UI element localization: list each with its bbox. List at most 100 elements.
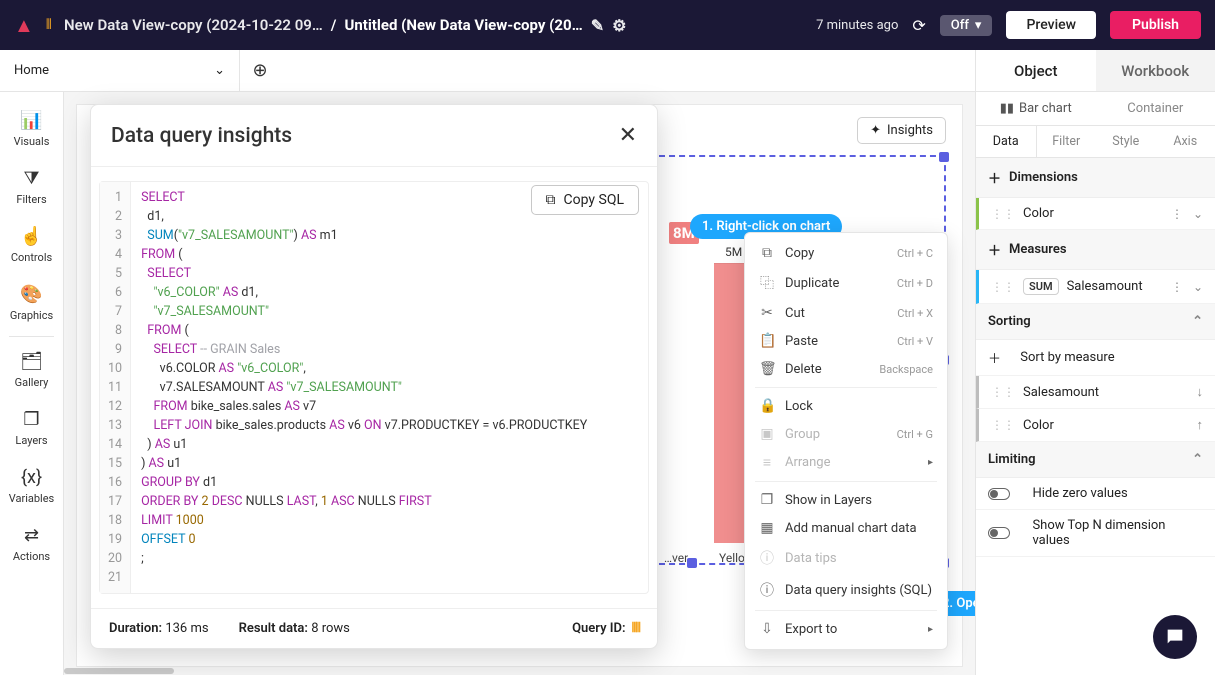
ctx-add-manual-data[interactable]: ▦Add manual chart data	[745, 514, 947, 542]
ctx-lock[interactable]: 🔒Lock	[745, 392, 947, 420]
ctx-show-layers[interactable]: ❐Show in Layers	[745, 486, 947, 514]
publish-button[interactable]: Publish	[1110, 11, 1201, 39]
subtab-style[interactable]: Style	[1096, 126, 1156, 157]
subtab-filter[interactable]: Filter	[1037, 126, 1097, 157]
arrange-icon: ≡	[759, 454, 775, 471]
ctx-data-tips: ⓘData tips	[745, 542, 947, 574]
preview-button[interactable]: Preview	[1006, 11, 1096, 39]
sql-source[interactable]: SELECT d1, SUM("v7_SALESAMOUNT") AS m1 F…	[131, 182, 597, 593]
copy-icon: ⧉	[546, 192, 556, 208]
drag-handle-icon[interactable]: ⋮⋮	[991, 418, 1015, 432]
sorting-header[interactable]: Sorting⌃	[976, 304, 1215, 340]
rail-gallery[interactable]: 🗂Gallery	[0, 341, 63, 399]
drag-handle-icon[interactable]: ⋮⋮	[991, 385, 1015, 399]
bar-chart-icon: ▮▮	[1000, 101, 1014, 116]
controls-icon: ☝	[20, 226, 42, 247]
rail-visuals[interactable]: 📊Visuals	[0, 100, 63, 158]
plus-icon: ＋	[988, 240, 1001, 259]
ctx-paste[interactable]: 📋PasteCtrl + V	[745, 327, 947, 355]
refresh-icon[interactable]: ⟳	[912, 16, 925, 35]
queryid-label: Query ID:	[572, 621, 625, 636]
page-select[interactable]: Home ⌄	[0, 50, 240, 91]
export-icon: ⇩	[759, 621, 775, 637]
settings-icon[interactable]: ⚙	[612, 16, 626, 35]
dataset-icon: ⦀	[46, 17, 52, 33]
toggle-show-topn[interactable]: Show Top N dimension values	[976, 510, 1215, 557]
rail-actions[interactable]: ⇄Actions	[0, 515, 63, 573]
sort-by-measure[interactable]: ＋ Sort by measure	[976, 340, 1215, 376]
rail-variables[interactable]: {x}Variables	[0, 457, 63, 515]
subtab-axis[interactable]: Axis	[1156, 126, 1215, 157]
autoplay-toggle[interactable]: Off ▾	[940, 15, 993, 36]
copy-sql-button[interactable]: ⧉ Copy SQL	[531, 185, 639, 215]
chevron-down-icon[interactable]: ⌄	[1193, 280, 1203, 294]
trash-icon: 🗑	[759, 361, 775, 377]
tab-barchart[interactable]: ▮▮Bar chart	[976, 92, 1096, 125]
breadcrumb-parent[interactable]: New Data View-copy (2024-10-22 09…	[64, 16, 323, 34]
chevron-down-icon[interactable]: ⌄	[1193, 207, 1203, 221]
ctx-cut[interactable]: ✂CutCtrl + X	[745, 299, 947, 327]
ctx-group: ▣GroupCtrl + G	[745, 420, 947, 448]
copy-icon: ⧉	[759, 245, 775, 261]
limiting-header[interactable]: Limiting⌃	[976, 442, 1215, 478]
ctx-export[interactable]: ⇩Export to▸	[745, 615, 947, 643]
sort-asc-icon[interactable]: ↑	[1197, 417, 1204, 433]
chart-plus-icon: 📊	[20, 110, 42, 131]
ctx-query-insights[interactable]: ⓘData query insights (SQL)	[745, 574, 947, 606]
aggregation-pill[interactable]: SUM	[1023, 278, 1059, 295]
tab-object[interactable]: Object	[976, 50, 1096, 91]
right-panel: Object Workbook ▮▮Bar chart Container Da…	[975, 50, 1215, 675]
sort-color[interactable]: ⋮⋮ Color ↑	[976, 409, 1215, 442]
more-icon[interactable]: ⋮	[1171, 280, 1183, 294]
page-select-label: Home	[14, 63, 49, 78]
queryid-icon[interactable]: ⦀⦀	[632, 621, 639, 636]
toggle-icon[interactable]	[988, 527, 1010, 539]
close-icon[interactable]: ✕	[619, 123, 637, 148]
tab-workbook[interactable]: Workbook	[1096, 50, 1215, 91]
left-rail: 📊Visuals ⧩Filters ☝Controls 🎨Graphics 🗂G…	[0, 92, 64, 675]
layers-icon: ❐	[759, 492, 775, 508]
cut-icon: ✂	[759, 305, 775, 321]
dimension-color[interactable]: ⋮⋮ Color ⋮⌄	[976, 198, 1215, 230]
drag-handle-icon[interactable]: ⋮⋮	[991, 280, 1015, 294]
chat-help-button[interactable]	[1153, 615, 1197, 659]
duration-value: 136 ms	[165, 621, 208, 636]
measures-header[interactable]: ＋Measures	[976, 230, 1215, 270]
resize-handle[interactable]	[939, 152, 949, 162]
rail-controls[interactable]: ☝Controls	[0, 216, 63, 274]
app-logo-icon[interactable]: ▲	[14, 13, 34, 38]
ctx-copy[interactable]: ⧉CopyCtrl + C	[745, 239, 947, 267]
toggle-icon[interactable]	[988, 488, 1010, 500]
bar-label-2: 5M	[725, 245, 742, 259]
result-value: 8 rows	[311, 621, 350, 636]
dimensions-header[interactable]: ＋Dimensions	[976, 158, 1215, 198]
breadcrumb-current[interactable]: Untitled (New Data View-copy (20…	[344, 16, 582, 34]
subtab-data[interactable]: Data	[976, 126, 1037, 157]
context-menu: ⧉CopyCtrl + C ⿻DuplicateCtrl + D ✂CutCtr…	[744, 232, 948, 650]
sort-desc-icon[interactable]: ↓	[1197, 384, 1204, 400]
toggle-hide-zero[interactable]: Hide zero values	[976, 478, 1215, 510]
drag-handle-icon[interactable]: ⋮⋮	[991, 207, 1015, 221]
resize-handle[interactable]	[687, 558, 697, 568]
ctx-duplicate[interactable]: ⿻DuplicateCtrl + D	[745, 267, 947, 299]
rail-graphics[interactable]: 🎨Graphics	[0, 274, 63, 332]
x-label-1: …ver	[664, 551, 688, 565]
horizontal-scrollbar[interactable]	[64, 667, 971, 675]
sql-code-block[interactable]: 123456789101112131415161718192021 SELECT…	[99, 181, 649, 594]
query-insights-modal: Data query insights ✕ ⧉ Copy SQL 1234567…	[90, 104, 658, 649]
more-icon[interactable]: ⋮	[1171, 207, 1183, 221]
tab-container[interactable]: Container	[1096, 92, 1215, 125]
add-page-button[interactable]: ⊕	[240, 60, 280, 81]
chevron-up-icon: ⌃	[1192, 452, 1203, 467]
rail-filters[interactable]: ⧩Filters	[0, 158, 63, 216]
sort-salesamount[interactable]: ⋮⋮ Salesamount ↓	[976, 376, 1215, 409]
chevron-up-icon: ⌃	[1192, 314, 1203, 329]
measure-salesamount[interactable]: ⋮⋮ SUM Salesamount ⋮⌄	[976, 270, 1215, 304]
top-bar: ▲ ⦀ New Data View-copy (2024-10-22 09… /…	[0, 0, 1215, 50]
gallery-icon: 🗂	[20, 351, 43, 372]
rail-layers[interactable]: ❐Layers	[0, 399, 63, 457]
insights-button[interactable]: ✦ Insights	[857, 117, 946, 144]
scrollbar-thumb[interactable]	[64, 668, 174, 674]
ctx-delete[interactable]: 🗑DeleteBackspace	[745, 355, 947, 383]
edit-title-icon[interactable]: ✎	[591, 16, 604, 35]
